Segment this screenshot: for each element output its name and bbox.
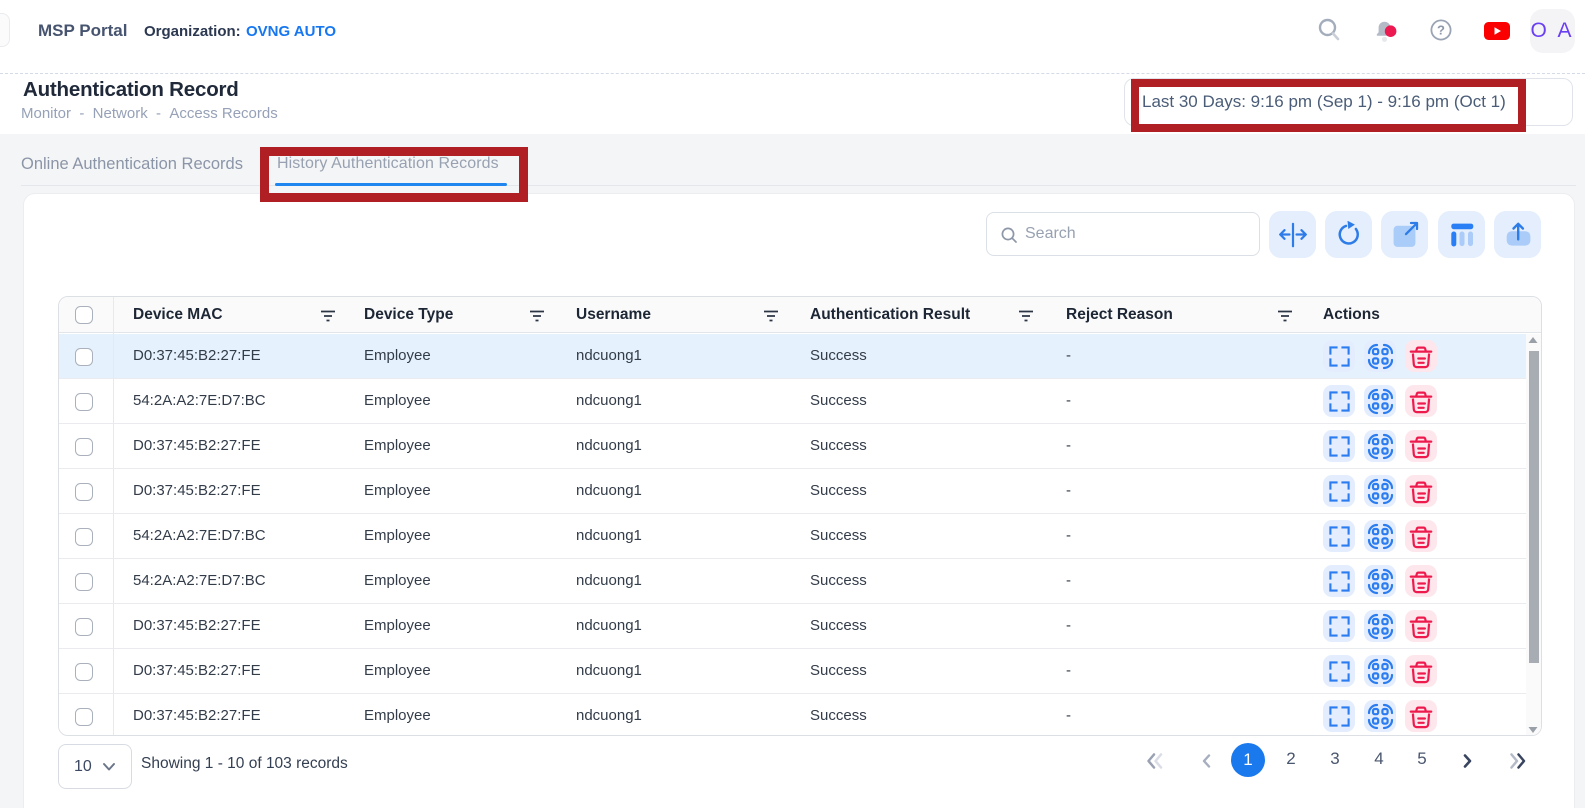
svg-text:?: ? <box>1437 23 1445 38</box>
